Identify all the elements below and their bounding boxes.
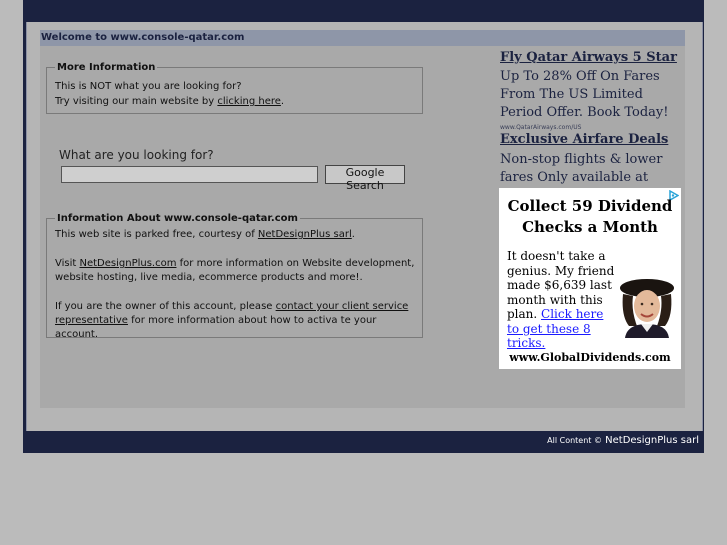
google-search-button[interactable]: Google Search <box>325 165 405 192</box>
information-box: Information About www.console-qatar.com … <box>46 213 423 340</box>
info-p2-prefix: Visit <box>55 258 80 269</box>
info-p3-prefix: If you are the owner of this account, pl… <box>55 301 276 312</box>
more-information-legend: More Information <box>57 62 156 73</box>
information-legend: Information About www.console-qatar.com <box>57 213 298 224</box>
footer: All Content © NetDesignPlus sarl <box>23 431 704 453</box>
ad-airfare-deals-title[interactable]: Exclusive Airfare Deals <box>500 132 668 147</box>
footer-company: NetDesignPlus sarl <box>601 435 699 446</box>
footer-copyright: All Content © <box>547 436 602 445</box>
ad-qatar-airways-body[interactable]: Up To 28% Off On Fares From The US Limit… <box>500 68 680 122</box>
more-info-line2-suffix: . <box>280 96 285 107</box>
ad-qatar-airways-title[interactable]: Fly Qatar Airways 5 Star <box>500 50 677 65</box>
info-paragraph-2: Visit NetDesignPlus.com for more informa… <box>55 257 418 285</box>
banner-headline: Collect 59 Dividend Checks a Month <box>507 197 673 236</box>
more-info-line1: This is NOT what you are looking for? <box>55 81 242 92</box>
dividend-banner-ad[interactable]: Collect 59 Dividend Checks a Month It do… <box>499 188 681 369</box>
search-label: What are you looking for? <box>59 148 214 162</box>
welcome-bar: Welcome to www.console-qatar.com <box>40 30 685 46</box>
ad-airfare-deals-body[interactable]: Non-stop flights & lower fares Only avai… <box>500 151 680 187</box>
ad-qatar-airways-url[interactable]: www.QatarAirways.com/US <box>500 124 581 131</box>
info-p1-prefix: This web site is parked free, courtesy o… <box>55 229 258 240</box>
banner-url[interactable]: www.GlobalDividends.com <box>499 351 681 364</box>
banner-body: It doesn't take a genius. My friend made… <box>507 249 617 351</box>
netdesignplus-com-link[interactable]: NetDesignPlus.com <box>80 258 177 269</box>
info-paragraph-3: If you are the owner of this account, pl… <box>55 300 418 342</box>
info-paragraph-1: This web site is parked free, courtesy o… <box>55 228 418 242</box>
info-p1-suffix: . <box>351 229 355 240</box>
more-info-line2-prefix: Try visiting our main website by <box>55 96 218 107</box>
woman-photo-icon <box>617 274 675 338</box>
more-info-line2: Try visiting our main website by clickin… <box>55 94 422 109</box>
search-input[interactable] <box>61 166 318 183</box>
netdesignplus-sarl-link[interactable]: NetDesignPlus sarl <box>258 229 352 240</box>
more-information-box: More Information This is NOT what you ar… <box>46 62 423 114</box>
footer-text: All Content © NetDesignPlus sarl <box>547 435 699 446</box>
main-website-link[interactable]: clicking here <box>217 96 281 107</box>
